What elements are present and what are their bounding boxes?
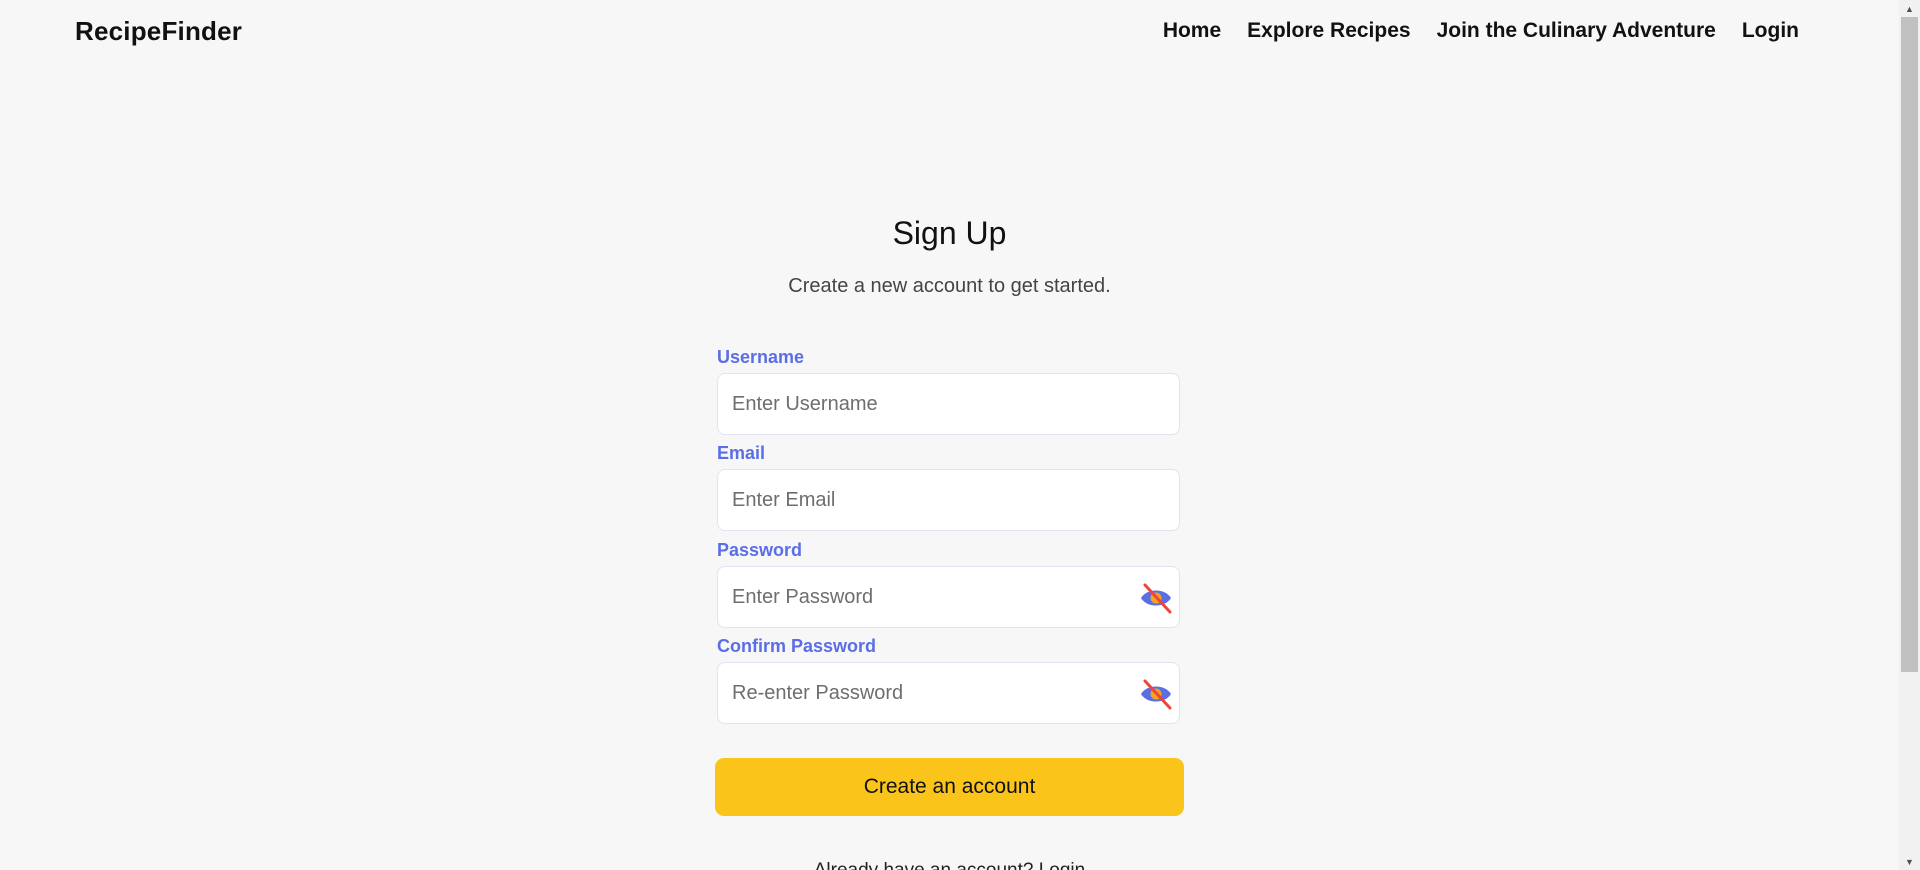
scroll-up-arrow-icon[interactable]: ▲ <box>1899 0 1920 17</box>
brand-logo[interactable]: RecipeFinder <box>75 16 242 47</box>
main-nav: Home Explore Recipes Join the Culinary A… <box>1163 19 1799 43</box>
nav-home[interactable]: Home <box>1163 19 1221 43</box>
password-input[interactable] <box>718 567 1179 627</box>
username-input[interactable] <box>718 374 1179 434</box>
nav-join-culinary-adventure[interactable]: Join the Culinary Adventure <box>1437 19 1716 43</box>
site-header: RecipeFinder Home Explore Recipes Join t… <box>0 0 1899 62</box>
scroll-thumb[interactable] <box>1901 17 1918 672</box>
email-label: Email <box>717 443 766 463</box>
confirm-password-visibility-toggle[interactable] <box>1139 678 1173 710</box>
username-label: Username <box>717 347 805 367</box>
page-subtitle: Create a new account to get started. <box>788 275 1111 297</box>
confirm-password-field-wrapper <box>717 662 1180 724</box>
eye-slash-icon <box>1141 583 1172 614</box>
nav-explore-recipes[interactable]: Explore Recipes <box>1247 19 1410 43</box>
page-scrollbar[interactable]: ▲ ▼ <box>1899 0 1920 870</box>
nav-login[interactable]: Login <box>1742 19 1799 43</box>
password-label: Password <box>717 540 803 560</box>
confirm-password-input[interactable] <box>718 663 1179 723</box>
create-account-button[interactable]: Create an account <box>715 758 1184 816</box>
page: RecipeFinder Home Explore Recipes Join t… <box>0 0 1920 870</box>
scroll-down-arrow-icon[interactable]: ▼ <box>1899 853 1920 870</box>
email-input[interactable] <box>718 470 1179 530</box>
eye-slash-icon <box>1141 679 1172 710</box>
confirm-password-label: Confirm Password <box>717 636 877 656</box>
username-field-wrapper <box>717 373 1180 435</box>
email-field-wrapper <box>717 469 1180 531</box>
page-title: Sign Up <box>892 215 1007 251</box>
login-prompt[interactable]: Already have an account? Login <box>0 860 1899 870</box>
password-field-wrapper <box>717 566 1180 628</box>
password-visibility-toggle[interactable] <box>1139 582 1173 614</box>
